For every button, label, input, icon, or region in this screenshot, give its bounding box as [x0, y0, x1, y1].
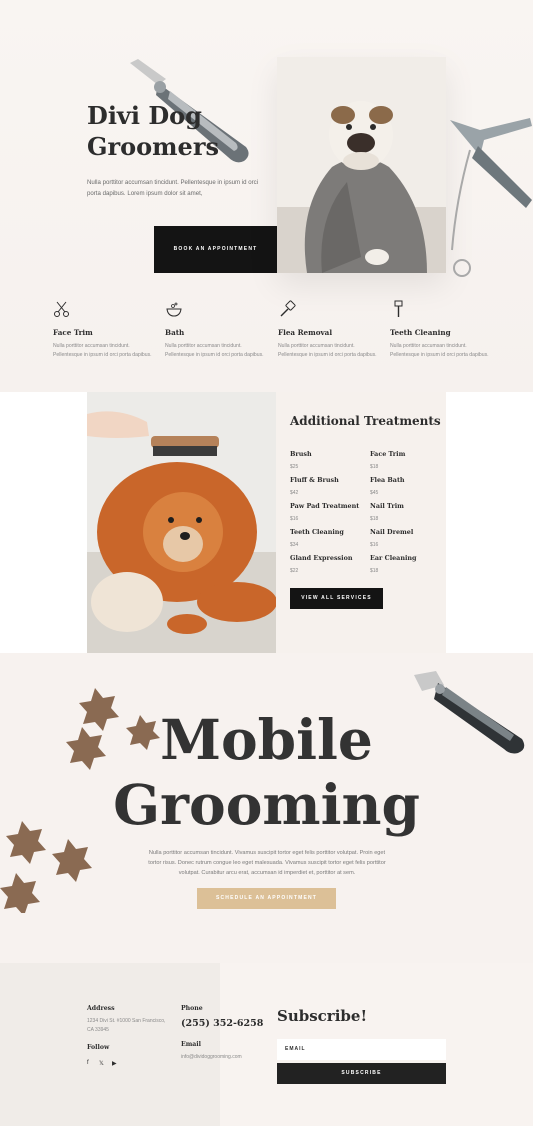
service-description: Nulla porttitor accumsan tincidunt. Pell… [165, 343, 264, 358]
bath-bowl-icon [166, 302, 182, 317]
service-face-trim: Face Trim Nulla porttitor accumsan tinci… [53, 300, 153, 359]
book-appointment-button[interactable]: BOOK AN APPOINTMENT [154, 226, 277, 273]
hero-title-line1: Divi Dog [87, 101, 202, 130]
subscribe-title: Subscribe! [277, 1007, 368, 1025]
treatment-name: Fluff & Brush [290, 476, 339, 484]
mobile-title-line1: Mobile [160, 707, 373, 772]
treatment-item: Nail Dremel $16 [370, 528, 450, 548]
treatment-item: Nail Trim $18 [370, 502, 450, 522]
brush-icon [280, 300, 296, 317]
schedule-appointment-button[interactable]: SCHEDULE AN APPOINTMENT [197, 888, 336, 909]
treatments-left-spacer [0, 392, 87, 653]
email-label: Email [181, 1041, 201, 1048]
service-name: Flea Removal [278, 328, 333, 337]
scissors-icon [54, 301, 69, 317]
treatment-name: Teeth Cleaning [290, 528, 344, 536]
hero-section: Divi Dog Groomers Nulla porttitor accums… [0, 0, 533, 392]
treatment-name: Flea Bath [370, 476, 405, 484]
treatment-item: Ear Cleaning $18 [370, 554, 450, 574]
treatment-name: Face Trim [370, 450, 406, 458]
treatment-name: Brush [290, 450, 312, 458]
hero-title: Divi Dog Groomers [87, 100, 219, 162]
treatment-name: Paw Pad Treatment [290, 502, 360, 510]
service-name: Bath [165, 328, 185, 337]
treatment-item: Teeth Cleaning $34 [290, 528, 370, 548]
service-name: Teeth Cleaning [390, 328, 451, 337]
treatment-price: $45 [370, 490, 379, 496]
treatment-price: $42 [290, 490, 299, 496]
address-label: Address [87, 1005, 115, 1012]
treatment-price: $18 [370, 464, 379, 470]
mobile-description: Nulla porttitor accumsan tincidunt. Viva… [148, 850, 386, 876]
treatment-name: Nail Trim [370, 502, 404, 510]
treatment-item: Flea Bath $45 [370, 476, 450, 496]
hero-title-line2: Groomers [87, 132, 219, 161]
email-address[interactable]: info@dividoggrooming.com [181, 1053, 242, 1062]
treatment-name: Ear Cleaning [370, 554, 417, 562]
service-description: Nulla porttitor accumsan tincidunt. Pell… [278, 343, 377, 358]
service-flea-removal: Flea Removal Nulla porttitor accumsan ti… [278, 300, 378, 359]
address-text: 1234 Divi St. #1000 San Francisco, CA 33… [87, 1017, 167, 1034]
treatment-price: $34 [290, 542, 299, 548]
twitter-icon[interactable]: 𝕏 [99, 1060, 104, 1067]
treatment-price: $16 [290, 516, 299, 522]
bulldog-photo [277, 57, 446, 273]
treatments-right-spacer [446, 392, 533, 653]
treatment-item: Brush $25 [290, 450, 370, 470]
service-teeth-cleaning: Teeth Cleaning Nulla porttitor accumsan … [390, 300, 490, 359]
phone-number[interactable]: (255) 352-6258 [181, 1018, 263, 1029]
service-name: Face Trim [53, 328, 93, 337]
treatment-price: $18 [370, 516, 379, 522]
treatment-item: Face Trim $18 [370, 450, 450, 470]
chow-chow-photo [87, 392, 276, 653]
service-bath: Bath Nulla porttitor accumsan tincidunt.… [165, 300, 265, 359]
treatment-price: $18 [370, 568, 379, 574]
mobile-grooming-section: Mobile Grooming Nulla porttitor accumsan… [0, 653, 533, 963]
youtube-icon[interactable]: ▶ [112, 1060, 117, 1067]
treatments-title: Additional Treatments [290, 414, 441, 428]
treatment-item: Gland Expression $22 [290, 554, 370, 574]
treatment-price: $25 [290, 464, 299, 470]
treatment-item: Fluff & Brush $42 [290, 476, 370, 496]
address-line2: CA 33945 [87, 1026, 109, 1033]
hero-description: Nulla porttitor accumsan tincidunt. Pell… [87, 179, 259, 197]
treatment-item: Paw Pad Treatment $16 [290, 502, 370, 522]
toothbrush-icon [394, 300, 403, 317]
treatment-name: Gland Expression [290, 554, 353, 562]
address-line1: 1234 Divi St. #1000 San Francisco, [87, 1018, 166, 1024]
clipper-tool-image [450, 118, 532, 277]
treatment-price: $16 [370, 542, 379, 548]
follow-label: Follow [87, 1044, 110, 1051]
treatment-name: Nail Dremel [370, 528, 414, 536]
mobile-title-line2: Grooming [113, 772, 420, 837]
service-description: Nulla porttitor accumsan tincidunt. Pell… [390, 343, 489, 358]
facebook-icon[interactable]: f [87, 1060, 89, 1066]
email-input[interactable]: EMAIL [277, 1039, 446, 1060]
service-description: Nulla porttitor accumsan tincidunt. Pell… [53, 343, 152, 358]
treatments-panel: Additional Treatments Brush $25 Face Tri… [276, 392, 446, 653]
view-all-services-button[interactable]: VIEW ALL SERVICES [290, 588, 383, 609]
treatment-price: $22 [290, 568, 299, 574]
subscribe-button[interactable]: SUBSCRIBE [277, 1063, 446, 1084]
phone-label: Phone [181, 1005, 203, 1012]
